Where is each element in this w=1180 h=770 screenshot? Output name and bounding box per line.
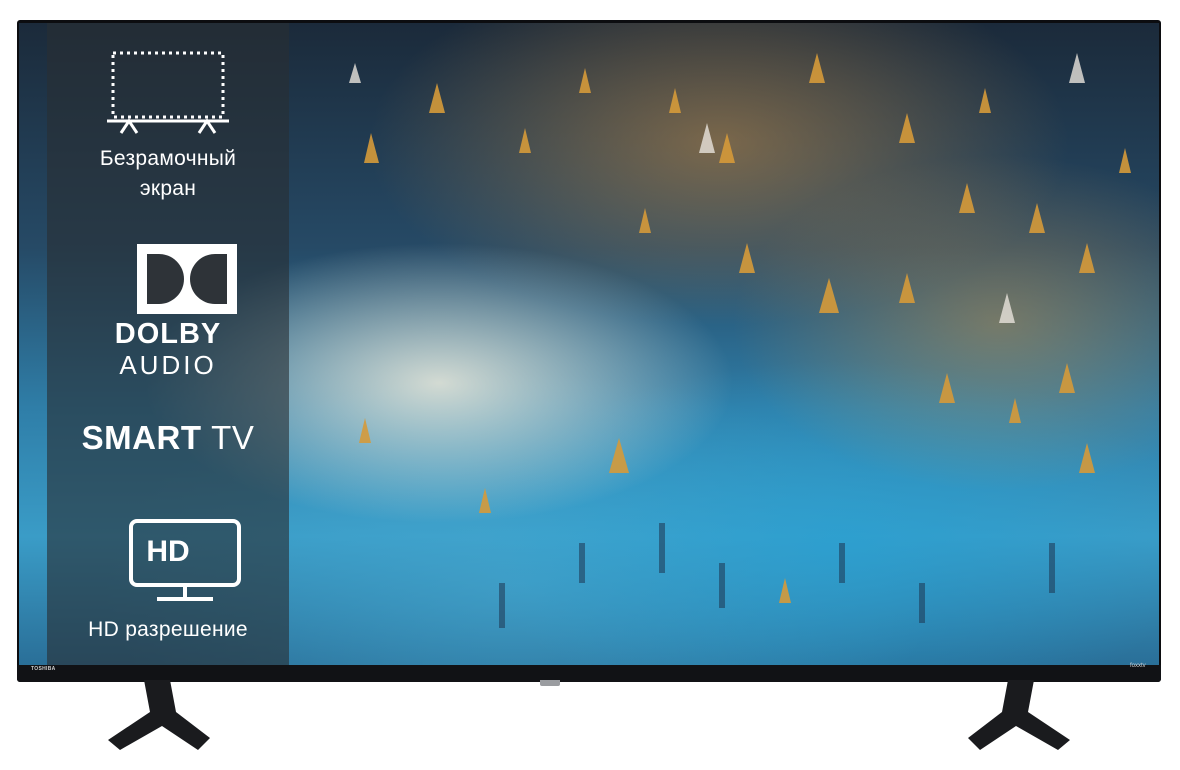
feature-panel: Безрамочный экран DOLBY AUDIO SMART TV H… [47, 23, 289, 665]
dolby-audio-label: DOLBY AUDIO [47, 318, 289, 380]
frameless-screen-icon [107, 51, 229, 134]
hd-resolution-label: HD разрешение [88, 618, 248, 641]
frameless-label-line1: Безрамочный [99, 147, 237, 170]
smart-word: SMART [81, 419, 202, 456]
audio-text: AUDIO [119, 350, 217, 380]
hd-badge: HD [146, 535, 190, 568]
dolby-text: DOLBY [114, 318, 222, 350]
frameless-label-line2: экран [139, 177, 197, 200]
smart-tv-label: SMART TV [47, 419, 289, 457]
dolby-double-d-icon [137, 244, 237, 314]
right-stand-foot [968, 680, 1070, 750]
tv-word: TV [211, 419, 255, 456]
tv-screen: Безрамочный экран DOLBY AUDIO SMART TV H… [19, 23, 1159, 665]
left-stand-foot [108, 680, 210, 750]
brand-logo: TOSHIBA [31, 666, 56, 672]
frameless-label: Безрамочный экран [47, 144, 289, 204]
power-indicator [540, 680, 560, 686]
foxxtv-logo: foxxtv [1130, 663, 1146, 669]
